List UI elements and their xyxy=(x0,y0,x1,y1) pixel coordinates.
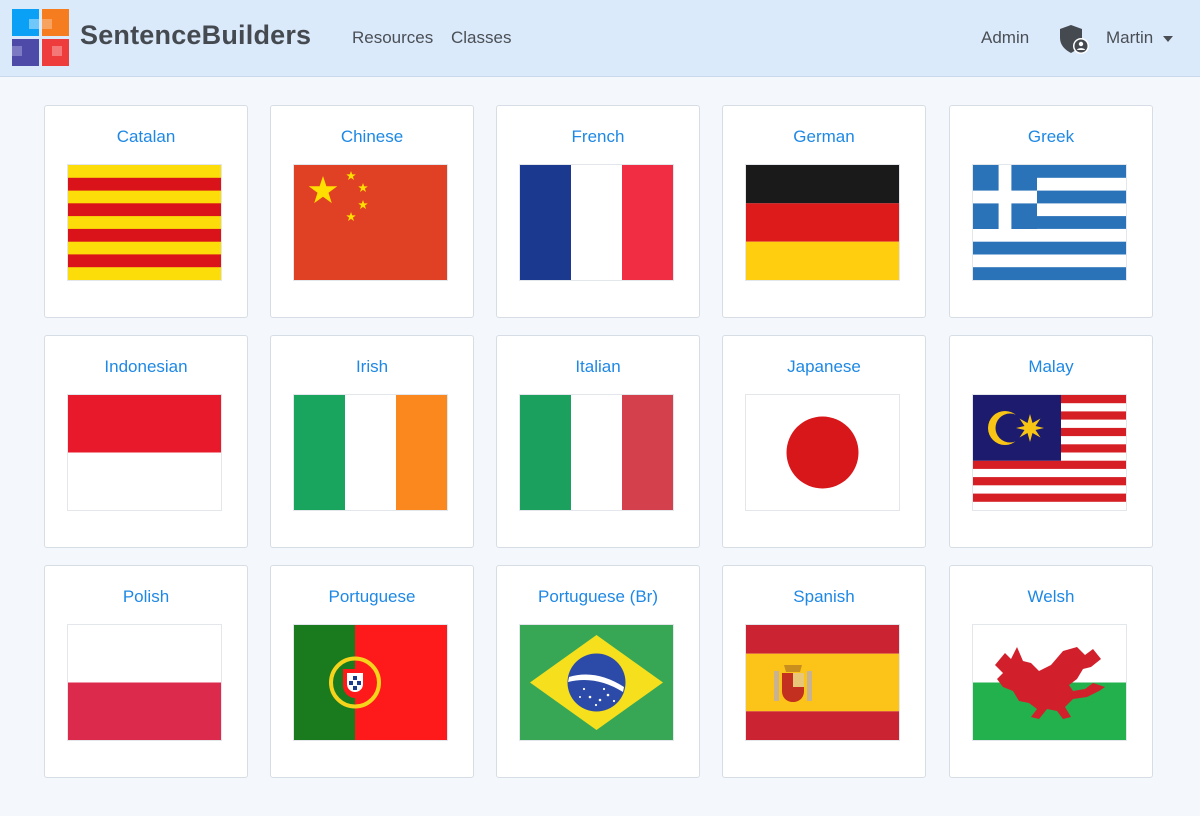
indonesia-flag[interactable] xyxy=(68,395,221,510)
four-squares-logo[interactable] xyxy=(12,9,69,66)
language-name[interactable]: Indonesian xyxy=(45,357,247,377)
language-card-malay[interactable]: Malay xyxy=(949,335,1153,548)
malaysia-flag[interactable] xyxy=(973,395,1126,510)
language-name[interactable]: Portuguese xyxy=(271,587,473,607)
nav-resources-link[interactable]: Resources xyxy=(352,28,433,48)
catalonia-flag[interactable] xyxy=(68,165,221,280)
language-name[interactable]: Spanish xyxy=(723,587,925,607)
top-navbar: SentenceBuilders Resources Classes Admin… xyxy=(0,0,1200,77)
language-card-japanese[interactable]: Japanese xyxy=(722,335,926,548)
language-card-catalan[interactable]: Catalan xyxy=(44,105,248,318)
language-card-irish[interactable]: Irish xyxy=(270,335,474,548)
brazil-flag[interactable] xyxy=(520,625,673,740)
language-card-italian[interactable]: Italian xyxy=(496,335,700,548)
shield-user-icon xyxy=(1060,25,1089,54)
spain-flag[interactable] xyxy=(746,625,899,740)
nav-admin-link[interactable]: Admin xyxy=(981,28,1029,48)
language-name[interactable]: Portuguese (Br) xyxy=(497,587,699,607)
language-card-portuguese-br[interactable]: Portuguese (Br) xyxy=(496,565,700,778)
language-name[interactable]: Welsh xyxy=(950,587,1152,607)
poland-flag[interactable] xyxy=(68,625,221,740)
language-card-german[interactable]: German xyxy=(722,105,926,318)
language-card-welsh[interactable]: Welsh xyxy=(949,565,1153,778)
user-menu-toggle[interactable]: Martin xyxy=(1106,28,1153,48)
ireland-flag[interactable] xyxy=(294,395,447,510)
china-flag[interactable] xyxy=(294,165,447,280)
italy-flag[interactable] xyxy=(520,395,673,510)
brand-name[interactable]: SentenceBuilders xyxy=(80,20,311,51)
language-card-polish[interactable]: Polish xyxy=(44,565,248,778)
language-name[interactable]: French xyxy=(497,127,699,147)
greece-flag[interactable] xyxy=(973,165,1126,280)
nav-classes-link[interactable]: Classes xyxy=(451,28,511,48)
language-name[interactable]: Chinese xyxy=(271,127,473,147)
language-card-portuguese[interactable]: Portuguese xyxy=(270,565,474,778)
language-name[interactable]: Greek xyxy=(950,127,1152,147)
france-flag[interactable] xyxy=(520,165,673,280)
language-card-french[interactable]: French xyxy=(496,105,700,318)
language-name[interactable]: Irish xyxy=(271,357,473,377)
caret-down-icon[interactable] xyxy=(1163,36,1173,42)
language-card-greek[interactable]: Greek xyxy=(949,105,1153,318)
language-card-chinese[interactable]: Chinese xyxy=(270,105,474,318)
language-name[interactable]: Italian xyxy=(497,357,699,377)
language-name[interactable]: Polish xyxy=(45,587,247,607)
language-card-spanish[interactable]: Spanish xyxy=(722,565,926,778)
language-card-indonesian[interactable]: Indonesian xyxy=(44,335,248,548)
wales-flag[interactable] xyxy=(973,625,1126,740)
germany-flag[interactable] xyxy=(746,165,899,280)
language-name[interactable]: Catalan xyxy=(45,127,247,147)
language-name[interactable]: Japanese xyxy=(723,357,925,377)
language-name[interactable]: Malay xyxy=(950,357,1152,377)
japan-flag[interactable] xyxy=(746,395,899,510)
portugal-flag[interactable] xyxy=(294,625,447,740)
language-name[interactable]: German xyxy=(723,127,925,147)
